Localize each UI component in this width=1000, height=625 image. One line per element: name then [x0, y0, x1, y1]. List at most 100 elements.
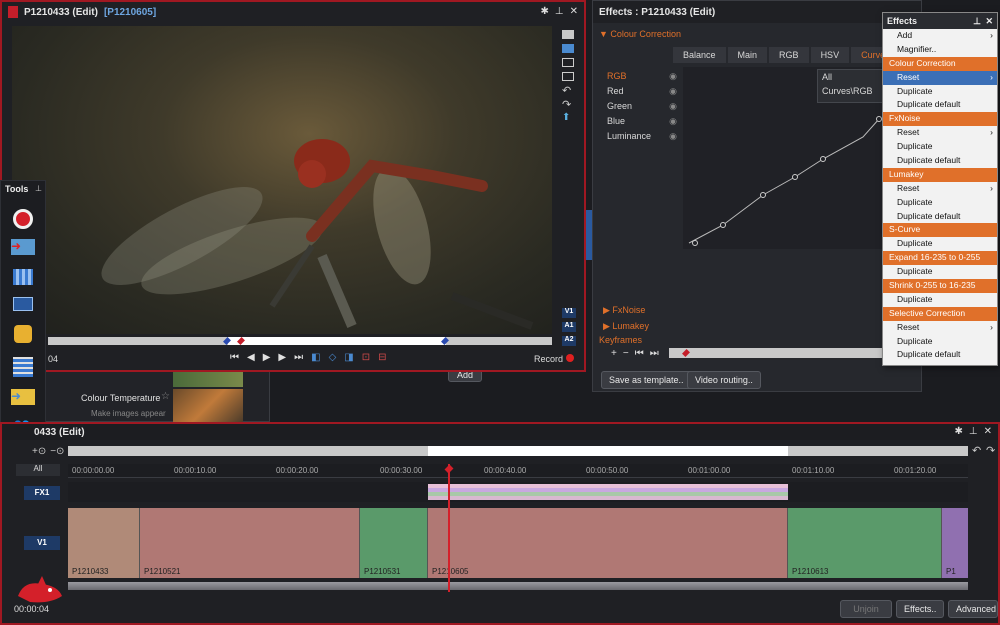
pin-icon[interactable]: ⊥ [35, 184, 42, 193]
context-menu-item[interactable]: Reset › [883, 182, 997, 196]
overwrite-icon[interactable]: ⊟ [378, 352, 386, 363]
effects-titlebar[interactable]: Effects : P1210433 (Edit) [593, 1, 921, 23]
tab-hsv[interactable]: HSV [810, 47, 850, 63]
save-as-template-button[interactable]: Save as template.. [601, 371, 692, 389]
context-menu-item[interactable]: Duplicate default [883, 348, 997, 362]
curve-dropdown[interactable]: All Curves\RGB [817, 69, 887, 103]
viewer-scrub-bar[interactable] [48, 337, 552, 345]
settings-icon[interactable]: ✱ [541, 6, 549, 17]
record-button-icon[interactable] [566, 354, 574, 362]
context-menu-item[interactable]: Duplicate default [883, 98, 997, 112]
context-menu-item[interactable]: Duplicate [883, 293, 997, 307]
section-fxnoise[interactable]: ▶ FxNoise [603, 305, 645, 316]
step-forward-icon[interactable]: ▶ [278, 352, 286, 363]
context-menu-item[interactable]: Duplicate default [883, 210, 997, 224]
effects-button[interactable]: Effects.. [896, 600, 944, 618]
pin-icon[interactable]: ⊥ [969, 426, 978, 437]
pin-icon[interactable]: ⊥ [973, 16, 981, 27]
timeline-undo-icon[interactable]: ↶ [972, 444, 981, 457]
track-badge-a2[interactable]: A2 [562, 336, 576, 346]
storyboard-tool-icon[interactable] [13, 297, 33, 311]
zoom-out-icon[interactable]: −⊙ [50, 446, 64, 457]
tab-balance[interactable]: Balance [673, 47, 726, 63]
next-keyframe-icon[interactable]: ⏭ [650, 348, 659, 359]
timeline-scroll-bar[interactable] [68, 446, 968, 456]
context-menu-item[interactable]: Duplicate [883, 196, 997, 210]
context-menu-item[interactable]: Reset › [883, 70, 997, 85]
advanced-button[interactable]: Advanced [948, 600, 998, 618]
redo-icon[interactable]: ↷ [562, 98, 571, 111]
go-start-icon[interactable]: ⏮ [230, 352, 239, 363]
context-menu-item[interactable]: Duplicate default [883, 154, 997, 168]
viewer-timecode[interactable]: 04 [48, 354, 58, 364]
browser-thumb-2[interactable] [173, 389, 243, 423]
export-tool-icon[interactable]: ➜ [11, 389, 35, 405]
add-keyframe-icon[interactable]: + [611, 348, 617, 359]
close-icon[interactable]: ✕ [570, 6, 578, 17]
section-lumakey[interactable]: ▶ Lumakey [603, 321, 649, 331]
channel-rgb[interactable]: RGB ◉ [607, 71, 677, 86]
context-menu-item[interactable]: Duplicate [883, 265, 997, 279]
channel-luminance[interactable]: Luminance ◉ [607, 131, 677, 146]
insert-icon[interactable]: ⊡ [362, 352, 370, 363]
v1-track-header[interactable]: V1 [24, 536, 60, 550]
go-end-icon[interactable]: ⏭ [294, 352, 303, 363]
mark-in-icon[interactable]: ◧ [311, 352, 320, 363]
context-menu-item[interactable]: Reset › [883, 321, 997, 335]
context-menu-item[interactable]: Add › [883, 29, 997, 43]
timer-tool-icon[interactable] [14, 325, 32, 343]
keyframe-bar[interactable] [669, 348, 883, 358]
mark-out-icon[interactable]: ◨ [344, 352, 353, 363]
clip-p1[interactable]: P1 [942, 508, 968, 578]
clip-p1210531[interactable]: P1210531 [360, 508, 428, 578]
curve-graph[interactable]: All Curves\RGB [683, 67, 913, 249]
track-all-button[interactable]: All [16, 464, 60, 476]
timeline-redo-icon[interactable]: ↷ [986, 444, 995, 457]
curve-option-rgb[interactable]: Curves\RGB [822, 86, 882, 100]
viewer-image[interactable] [12, 26, 552, 334]
context-menu-item[interactable]: Duplicate [883, 140, 997, 154]
timeline-playhead[interactable] [448, 464, 450, 592]
clip-p1210433[interactable]: P1210433 [68, 508, 140, 578]
grid-tool-icon[interactable] [13, 269, 33, 285]
copy-icon[interactable] [562, 72, 574, 81]
step-back-icon[interactable]: ◀ [247, 352, 255, 363]
context-menu-item[interactable]: Duplicate [883, 85, 997, 99]
undo-icon[interactable]: ↶ [562, 84, 571, 97]
close-icon[interactable]: ✕ [985, 16, 993, 27]
close-icon[interactable]: ✕ [984, 426, 992, 437]
context-menu-item[interactable]: Duplicate [883, 237, 997, 251]
timeline-titlebar[interactable]: 0433 (Edit) [2, 424, 998, 440]
viewer-titlebar[interactable]: P1210433 (Edit) [P1210605] [2, 2, 584, 22]
timeline-timecode[interactable]: 00:00:04 [14, 604, 49, 614]
fx-track-header[interactable]: FX1 [24, 486, 60, 500]
channel-green[interactable]: Green ◉ [607, 101, 677, 116]
browser-item-label[interactable]: Colour Temperature [81, 393, 160, 403]
folder-icon[interactable] [562, 30, 574, 39]
clip-p1210605[interactable]: P1210605 [428, 508, 788, 578]
star-icon[interactable]: ☆ [161, 391, 170, 402]
curve-option-all[interactable]: All [822, 72, 882, 86]
clip-p1210521[interactable]: P1210521 [140, 508, 360, 578]
timeline-ruler[interactable]: 00:00:00.00 00:00:10.00 00:00:20.00 00:0… [68, 464, 968, 478]
remove-keyframe-icon[interactable]: − [623, 348, 629, 359]
context-menu-item[interactable]: Reset › [883, 126, 997, 140]
section-header[interactable]: ▼ Colour Correction [599, 29, 917, 43]
keyframe-marker-icon[interactable] [682, 349, 690, 357]
settings-icon[interactable]: ✱ [955, 426, 963, 437]
tab-rgb[interactable]: RGB [769, 47, 809, 63]
unjoin-button[interactable]: Unjoin [840, 600, 892, 618]
pin-icon[interactable]: ⊥ [555, 6, 564, 17]
mixer-tool-icon[interactable] [13, 357, 33, 377]
import-tool-icon[interactable]: ➜ [11, 239, 35, 255]
play-icon[interactable]: ▶ [263, 352, 271, 363]
upload-icon[interactable]: ⬆ [562, 112, 570, 123]
layers-icon[interactable] [562, 44, 574, 53]
prev-keyframe-icon[interactable]: ⏮ [635, 348, 644, 359]
clip-p1210613[interactable]: P1210613 [788, 508, 942, 578]
video-routing-button[interactable]: Video routing.. [687, 371, 761, 389]
context-menu-item[interactable]: Magnifier.. [883, 43, 997, 57]
fx-clip[interactable] [428, 484, 788, 500]
channel-blue[interactable]: Blue ◉ [607, 116, 677, 131]
audio-track-strip[interactable] [68, 582, 968, 590]
